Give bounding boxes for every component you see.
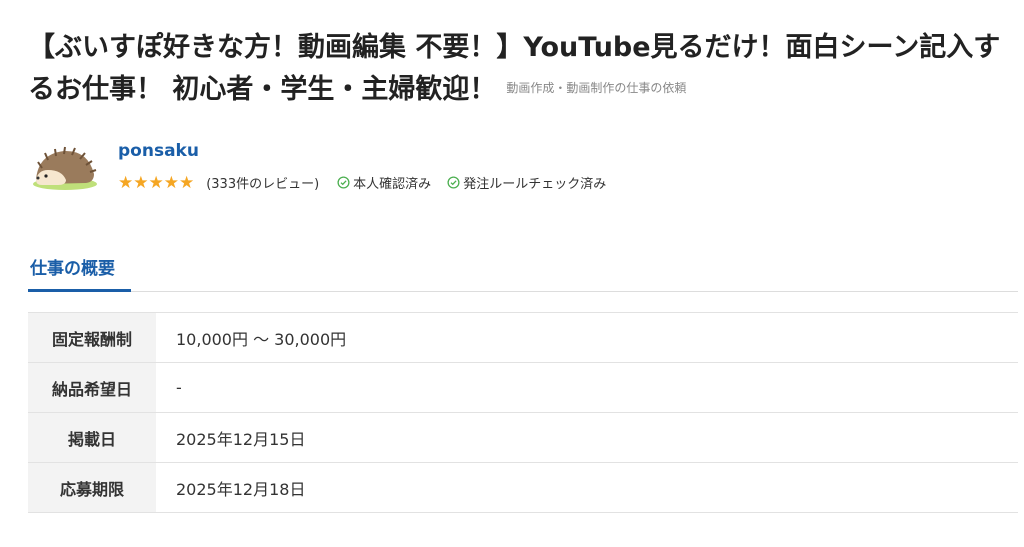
check-circle-icon [447, 176, 460, 189]
row-value-fixed-fee: 10,000円 〜 30,000円 [156, 312, 1018, 363]
table-row: 納品希望日 - [28, 362, 1018, 413]
badge-label: 発注ルールチェック済み [463, 177, 607, 192]
row-label-fixed-fee: 固定報酬制 [28, 312, 156, 363]
category-link[interactable]: 動画作成・動画制作の仕事の依頼 [506, 81, 686, 95]
row-value-posted-date: 2025年12月15日 [156, 412, 1018, 463]
hedgehog-icon [33, 146, 97, 190]
check-circle-icon [337, 176, 350, 189]
tab-job-overview[interactable]: 仕事の概要 [28, 245, 131, 292]
job-title: 【ぶいすぽ好きな方！動画編集 不要！】YouTube見るだけ！面白シーン記入する… [28, 28, 1018, 110]
row-value-desired-delivery: - [156, 362, 1018, 413]
table-row: 固定報酬制 10,000円 〜 30,000円 [28, 312, 1018, 363]
tab-bar: 仕事の概要 [28, 245, 1018, 292]
identity-verified-badge: 本人確認済み [337, 173, 431, 192]
row-value-application-deadline: 2025年12月18日 [156, 462, 1018, 513]
row-label-desired-delivery: 納品希望日 [28, 362, 156, 413]
table-row: 掲載日 2025年12月15日 [28, 412, 1018, 463]
order-rules-checked-badge: 発注ルールチェック済み [447, 173, 606, 192]
row-label-application-deadline: 応募期限 [28, 462, 156, 513]
client-meta: ★★★★★ (333件のレビュー) 本人確認済み 発注ルールチェック済み [118, 172, 622, 193]
row-label-posted-date: 掲載日 [28, 412, 156, 463]
review-count-link[interactable]: (333件のレビュー) [206, 173, 319, 192]
table-row: 応募期限 2025年12月18日 [28, 462, 1018, 513]
job-summary-table: 固定報酬制 10,000円 〜 30,000円 納品希望日 - 掲載日 2025… [28, 312, 1018, 513]
hedgehog-avatar[interactable] [28, 140, 102, 194]
badge-label: 本人確認済み [353, 177, 432, 192]
rating-stars-icon: ★★★★★ [118, 172, 195, 193]
client-name[interactable]: ponsaku [118, 141, 199, 161]
